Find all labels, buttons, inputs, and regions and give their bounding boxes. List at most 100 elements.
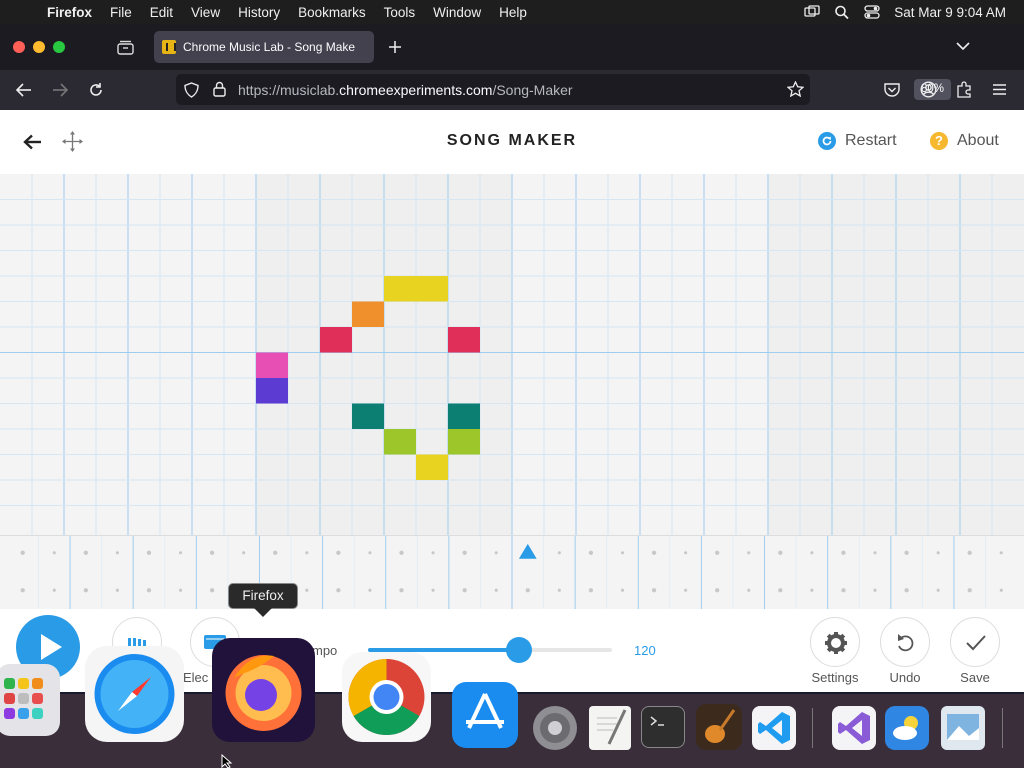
note-cell-yellow[interactable] — [384, 276, 416, 302]
percussion-dot[interactable] — [20, 588, 25, 593]
dock-chrome-icon[interactable] — [342, 652, 431, 742]
menu-window[interactable]: Window — [424, 5, 490, 20]
percussion-dot[interactable] — [778, 550, 783, 555]
percussion-dot[interactable] — [242, 551, 246, 555]
save-button[interactable] — [950, 617, 1000, 667]
note-cell-yellow[interactable] — [416, 454, 448, 481]
percussion-dot[interactable] — [399, 550, 404, 555]
note-cell-red[interactable] — [448, 327, 480, 353]
note-cell-teal[interactable] — [352, 403, 384, 430]
settings-button[interactable] — [810, 617, 860, 667]
percussion-dot[interactable] — [999, 551, 1003, 555]
percussion-dot[interactable] — [273, 550, 278, 555]
hamburger-menu-icon[interactable] — [992, 83, 1007, 96]
percussion-dot[interactable] — [20, 550, 25, 555]
menu-edit[interactable]: Edit — [141, 5, 182, 20]
percussion-dot[interactable] — [178, 588, 183, 592]
percussion-dot[interactable] — [494, 588, 498, 592]
percussion-dot[interactable] — [841, 550, 846, 555]
percussion-dot[interactable] — [368, 551, 372, 555]
percussion-dot[interactable] — [715, 550, 720, 555]
minimize-window-button[interactable] — [33, 41, 45, 53]
percussion-dot[interactable] — [936, 551, 940, 555]
note-cell-teal[interactable] — [448, 403, 480, 430]
percussion-dot[interactable] — [747, 588, 751, 592]
dock-launchpad-icon[interactable] — [0, 664, 60, 736]
note-cell-orange[interactable] — [352, 301, 384, 328]
percussion-dot[interactable] — [810, 551, 814, 555]
forward-arrow-icon[interactable] — [52, 83, 69, 97]
percussion-dot[interactable] — [651, 550, 657, 555]
tab-overview-icon[interactable] — [117, 40, 134, 55]
percussion-dot[interactable] — [83, 588, 89, 593]
percussion-dot[interactable] — [651, 588, 657, 593]
url-bar[interactable]: https://musiclab.chromeexperiments.com/S… — [176, 74, 951, 105]
padlock-icon[interactable] — [213, 81, 226, 97]
percussion-dot[interactable] — [462, 588, 467, 593]
percussion-dot[interactable] — [146, 550, 152, 555]
menu-app-name[interactable]: Firefox — [38, 5, 101, 20]
percussion-dot[interactable] — [936, 588, 940, 592]
percussion-dot[interactable] — [778, 588, 783, 593]
dock-visual-studio-icon[interactable] — [832, 706, 876, 750]
percussion-dot[interactable] — [904, 550, 909, 555]
undo-button[interactable] — [880, 617, 930, 667]
menu-bookmarks[interactable]: Bookmarks — [289, 5, 375, 20]
account-icon[interactable] — [920, 81, 937, 98]
dock-weather-icon[interactable] — [885, 706, 929, 750]
percussion-dot[interactable] — [83, 550, 89, 555]
percussion-dot[interactable] — [620, 551, 625, 555]
percussion-dot[interactable] — [209, 550, 215, 555]
menu-help[interactable]: Help — [490, 5, 536, 20]
percussion-dot[interactable] — [967, 588, 972, 593]
extensions-puzzle-icon[interactable] — [956, 81, 972, 98]
dock-safari-icon[interactable] — [85, 646, 184, 742]
screen-mirror-icon[interactable] — [804, 5, 820, 19]
percussion-dot[interactable] — [115, 588, 119, 592]
percussion-dot[interactable] — [557, 551, 561, 555]
percussion-dot[interactable] — [841, 588, 846, 593]
percussion-dot[interactable] — [52, 588, 56, 592]
percussion-dot[interactable] — [368, 588, 372, 592]
spotlight-search-icon[interactable] — [834, 5, 850, 19]
menu-history[interactable]: History — [229, 5, 289, 20]
percussion-dot[interactable] — [305, 551, 309, 555]
melody-grid[interactable] — [0, 174, 1024, 535]
menubar-clock[interactable]: Sat Mar 9 9:04 AM — [894, 5, 1006, 20]
percussion-dot[interactable] — [146, 588, 152, 593]
percussion-dot[interactable] — [462, 550, 467, 555]
new-tab-icon[interactable] — [388, 40, 402, 54]
maximize-window-button[interactable] — [53, 41, 65, 53]
percussion-dot[interactable] — [715, 588, 720, 593]
tab-song-maker[interactable]: Chrome Music Lab - Song Make — [154, 31, 374, 63]
percussion-dot[interactable] — [967, 550, 972, 555]
percussion-dot[interactable] — [873, 588, 877, 592]
menu-view[interactable]: View — [182, 5, 229, 20]
url-text[interactable]: https://musiclab.chromeexperiments.com/S… — [238, 82, 573, 98]
list-all-tabs-chevron-down-icon[interactable] — [956, 42, 970, 51]
dock-system-settings-icon[interactable] — [533, 706, 577, 750]
percussion-dot[interactable] — [999, 588, 1003, 592]
dock-preview-icon[interactable] — [941, 706, 985, 750]
percussion-grid[interactable] — [0, 535, 1024, 609]
percussion-dot[interactable] — [209, 588, 215, 593]
note-cell-red[interactable] — [320, 327, 352, 353]
percussion-dot[interactable] — [431, 588, 435, 592]
percussion-dot[interactable] — [52, 551, 56, 555]
restart-button[interactable]: Restart — [818, 132, 897, 150]
dock-textedit-icon[interactable] — [589, 706, 631, 750]
percussion-dot[interactable] — [115, 551, 119, 555]
percussion-dot[interactable] — [873, 551, 877, 555]
percussion-dot[interactable] — [684, 588, 688, 592]
percussion-dot[interactable] — [620, 588, 625, 592]
dock-garageband-icon[interactable] — [696, 704, 742, 750]
percussion-dot[interactable] — [684, 551, 688, 555]
menu-file[interactable]: File — [101, 5, 141, 20]
percussion-dot[interactable] — [588, 588, 594, 593]
dock-terminal-icon[interactable] — [641, 706, 685, 748]
tempo-slider-knob[interactable] — [506, 637, 533, 663]
percussion-dot[interactable] — [588, 550, 594, 555]
dock-firefox-icon[interactable] — [212, 638, 315, 742]
percussion-dot[interactable] — [525, 588, 530, 593]
note-cell-green[interactable] — [384, 429, 416, 455]
